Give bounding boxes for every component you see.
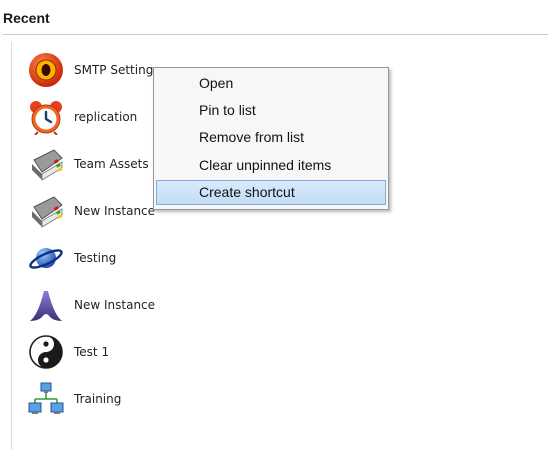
network-icon [26, 379, 66, 419]
recent-item-label: Testing [74, 250, 117, 265]
address-book-icon [26, 144, 66, 184]
recent-item-label: Training [74, 391, 122, 406]
recent-item-new-instance-2[interactable]: New Instance [26, 281, 226, 328]
planet-icon [26, 238, 66, 278]
yin-yang-icon [26, 332, 66, 372]
context-menu: Open Pin to list Remove from list Clear … [153, 67, 389, 210]
recent-item-training[interactable]: Training [26, 375, 226, 422]
recent-item-label: New Instance [74, 297, 156, 312]
recent-item-label: SMTP Setting [74, 62, 154, 77]
alarm-clock-icon [26, 97, 66, 137]
menu-item-remove-from-list[interactable]: Remove from list [156, 125, 386, 150]
arch-logo-icon [26, 285, 66, 325]
menu-item-create-shortcut[interactable]: Create shortcut [156, 180, 386, 205]
recent-item-label: Test 1 [74, 344, 110, 359]
section-title: Recent [3, 10, 50, 26]
recent-item-label: Team Assets [74, 156, 149, 171]
menu-item-pin-to-list[interactable]: Pin to list [156, 98, 386, 123]
section-divider [3, 34, 548, 35]
target-disc-icon [26, 50, 66, 90]
menu-item-clear-unpinned-items[interactable]: Clear unpinned items [156, 153, 386, 178]
menu-item-open[interactable]: Open [156, 71, 386, 96]
list-left-border [11, 42, 12, 450]
recent-item-label: New Instance [74, 203, 156, 218]
recent-item-label: replication [74, 109, 138, 124]
recent-item-test-1[interactable]: Test 1 [26, 328, 226, 375]
address-book-icon [26, 191, 66, 231]
recent-item-testing[interactable]: Testing [26, 234, 226, 281]
